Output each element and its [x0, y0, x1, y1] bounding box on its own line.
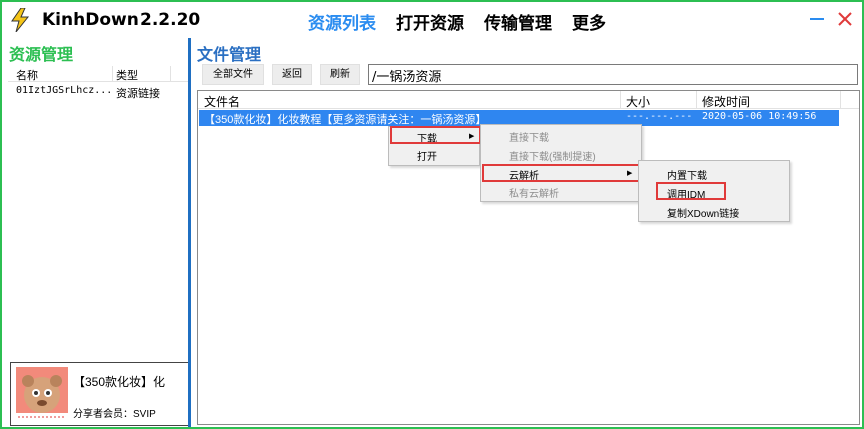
all-files-button[interactable]: 全部文件	[202, 64, 264, 85]
refresh-button[interactable]: 刷新	[320, 64, 360, 85]
column-modified[interactable]: 修改时间	[702, 93, 750, 110]
back-button[interactable]: 返回	[272, 64, 312, 85]
share-card-title: 【350款化妆】化	[73, 375, 166, 389]
file-row-size: ---.---.---	[626, 111, 693, 122]
menu-item-direct-download[interactable]: 直接下载	[509, 129, 549, 144]
nav-resource-list[interactable]: 资源列表	[308, 9, 376, 34]
panel-divider	[188, 38, 191, 427]
file-manager-title: 文件管理	[197, 45, 262, 64]
column-type[interactable]: 类型	[116, 67, 138, 83]
menu-item-copy-xdown-link[interactable]: 复制XDown链接	[667, 205, 739, 220]
nav-open-resource[interactable]: 打开资源	[396, 9, 464, 34]
column-filename[interactable]: 文件名	[204, 93, 240, 110]
app-version: 2.2.20	[140, 10, 201, 30]
resource-row[interactable]: 01IztJGSrLhcz... 资源链接	[8, 84, 188, 100]
file-manager-panel: 文件管理 全部文件 返回 刷新 /一锅汤资源 文件名 大小 修改时间 【350款…	[192, 38, 862, 427]
file-row-mtime: 2020-05-06 10:49:56	[702, 111, 817, 122]
share-card[interactable]: 【350款化妆】化 分享者会员：SVIP	[10, 362, 190, 426]
share-card-member: 分享者会员：SVIP	[73, 409, 156, 420]
lightning-logo-icon	[11, 8, 30, 32]
nav-more[interactable]: 更多	[572, 9, 606, 34]
menu-item-open[interactable]: 打开	[417, 148, 437, 163]
column-size[interactable]: 大小	[626, 93, 650, 110]
menu-item-private-cloud-parse[interactable]: 私有云解析	[509, 185, 559, 200]
close-icon[interactable]	[836, 10, 854, 28]
app-window: KinhDown 2.2.20 资源列表 打开资源 传输管理 更多 资源管理 名…	[0, 0, 864, 429]
vertical-scrollbar[interactable]	[841, 109, 859, 424]
highlight-cloud-parse	[482, 164, 642, 182]
app-name: KinhDown	[42, 10, 139, 30]
title-bar: KinhDown 2.2.20 资源列表 打开资源 传输管理 更多	[2, 2, 862, 38]
resource-row-name: 01IztJGSrLhcz...	[16, 85, 113, 96]
file-row-name: 【350款化妆】化妆教程【更多资源请关注：一锅汤资源】	[204, 114, 487, 126]
file-table-header: 文件名 大小 修改时间	[198, 91, 859, 109]
highlight-download	[390, 126, 481, 144]
resource-row-type: 资源链接	[116, 88, 160, 100]
resource-panel: 资源管理 名称 类型 01IztJGSrLhcz... 资源链接 【350款化妆…	[4, 38, 190, 427]
minimize-icon[interactable]	[808, 10, 826, 28]
menu-item-direct-download-boost[interactable]: 直接下载(强制提速)	[509, 148, 596, 163]
nav-transfer-manager[interactable]: 传输管理	[484, 9, 552, 34]
avatar	[16, 367, 68, 421]
path-input[interactable]: /一锅汤资源	[368, 64, 858, 85]
resource-table-header: 名称 类型	[8, 66, 188, 82]
download-submenu: 直接下载 直接下载(强制提速) 云解析 ▶ 私有云解析	[480, 124, 642, 202]
column-name[interactable]: 名称	[16, 67, 38, 83]
highlight-call-idm	[656, 182, 726, 200]
resource-panel-title: 资源管理	[9, 45, 74, 64]
menu-item-builtin-download[interactable]: 内置下载	[667, 167, 707, 182]
